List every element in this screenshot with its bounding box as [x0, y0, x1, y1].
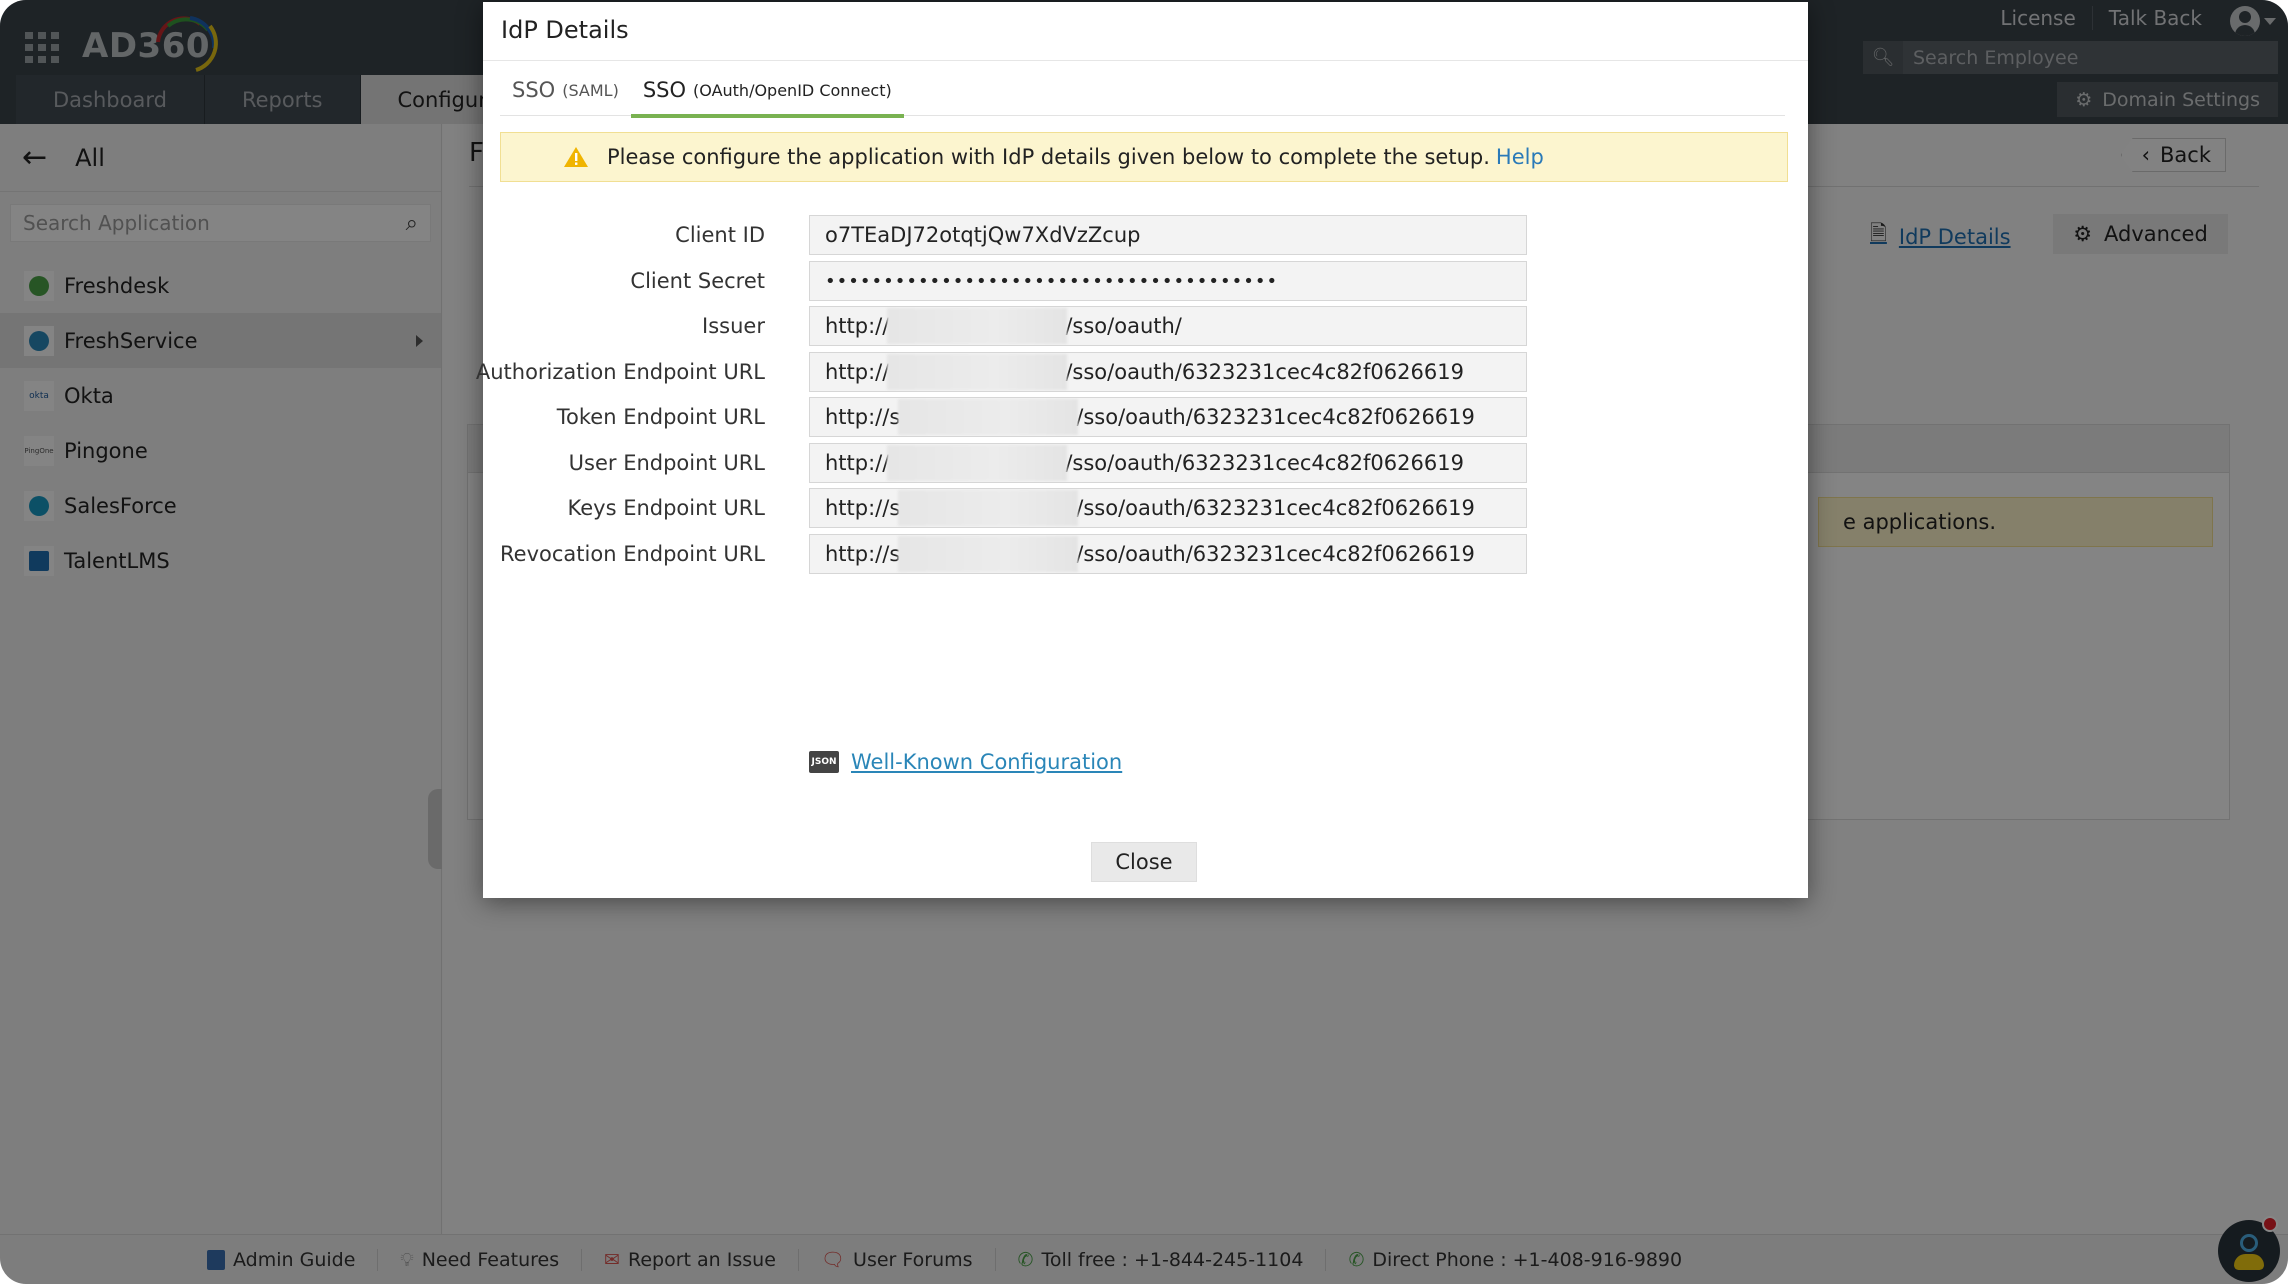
setup-notice: Please configure the application with Id… [500, 132, 1788, 182]
field-value-prefix: http://s [825, 496, 901, 520]
field-label: Authorization Endpoint URL [475, 360, 765, 384]
form-row: Client ID o7TEaDJ72otqtjQw7XdVzZcup [483, 215, 1808, 255]
form-row: Client Secret •••••••••••••••••••••••••••… [483, 261, 1808, 301]
field-value-prefix: http:// [825, 451, 890, 475]
field-value-prefix: http:// [825, 314, 890, 338]
close-button[interactable]: Close [1091, 842, 1197, 882]
token-endpoint-url-field[interactable]: http://s/sso/oauth/6323231cec4c82f062661… [809, 397, 1527, 437]
field-value-suffix: /sso/oauth/6323231cec4c82f0626619 [1076, 405, 1475, 429]
form-row: Authorization Endpoint URL http:// /sso/oa… [476, 352, 1808, 392]
tab-label: SSO [642, 78, 687, 102]
client-id-field[interactable]: o7TEaDJ72otqtjQw7XdVzZcup [809, 215, 1527, 255]
notice-text: Please configure the application with Id… [607, 145, 1490, 169]
form-row: Token Endpoint URL http://s/sso/oauth/632… [483, 397, 1808, 437]
field-value-prefix: o7TEaDJ72otqtjQw7XdVzZcup [825, 223, 1141, 247]
field-label: User Endpoint URL [568, 451, 765, 475]
redacted-region [887, 308, 1068, 344]
field-value-prefix: ••••••••••••••••••••••••••••••••••••••• [825, 270, 1279, 292]
field-value-suffix: /sso/oauth/6323231cec4c82f0626619 [1065, 451, 1464, 475]
dialog-title: IdP Details [501, 16, 629, 44]
divider [483, 60, 1808, 61]
field-value-prefix: http://s [825, 405, 901, 429]
field-value-prefix: http:// [825, 360, 890, 384]
redacted-region [898, 399, 1079, 435]
field-label: Revocation Endpoint URL [500, 542, 765, 566]
form-row: Keys Endpoint URL http://s/sso/oauth/6323… [483, 488, 1808, 528]
well-known-config-link[interactable]: Well-Known Configuration [851, 750, 1122, 774]
field-value-suffix: /sso/oauth/6323231cec4c82f0626619 [1065, 360, 1464, 384]
well-known-config: JSON Well-Known Configuration [809, 750, 1122, 774]
tab-sso-saml[interactable]: SSO (SAML) [500, 64, 631, 116]
user-endpoint-url-field[interactable]: http:// /sso/oauth/6323231cec4c82f0626619 [809, 443, 1527, 483]
tab-sublabel: (SAML) [562, 80, 619, 100]
warning-icon [564, 147, 588, 167]
issuer-field[interactable]: http:// /sso/oauth/ [809, 306, 1527, 346]
redacted-region [898, 536, 1079, 572]
field-value-suffix: /sso/oauth/ [1065, 314, 1182, 338]
field-value-suffix: /sso/oauth/6323231cec4c82f0626619 [1076, 496, 1475, 520]
redacted-region [887, 445, 1068, 481]
field-value-prefix: http://s [825, 542, 901, 566]
sso-tabs: SSO (SAML) SSO (OAuth/OpenID Connect) [500, 64, 1785, 118]
field-label: Keys Endpoint URL [567, 496, 766, 520]
form-row: User Endpoint URL http:// /sso/oauth/63232… [483, 443, 1808, 483]
json-file-icon: JSON [809, 751, 839, 773]
help-link[interactable]: Help [1496, 145, 1544, 169]
authorization-endpoint-url-field[interactable]: http:// /sso/oauth/6323231cec4c82f0626619 [809, 352, 1527, 392]
client-secret-field[interactable]: ••••••••••••••••••••••••••••••••••••••• [809, 261, 1527, 301]
keys-endpoint-url-field[interactable]: http://s/sso/oauth/6323231cec4c82f062661… [809, 488, 1527, 528]
tab-sso-oauth[interactable]: SSO (OAuth/OpenID Connect) [630, 64, 904, 118]
field-label: Client ID [675, 223, 765, 247]
field-label: Issuer [702, 314, 765, 338]
revocation-endpoint-url-field[interactable]: http://s/sso/oauth/6323231cec4c82f062661… [809, 534, 1527, 574]
field-label: Token Endpoint URL [556, 405, 765, 429]
redacted-region [898, 490, 1079, 526]
form-row: Issuer http:// /sso/oauth/ [483, 306, 1808, 346]
tab-sublabel: (OAuth/OpenID Connect) [693, 80, 892, 100]
app-window: AD360 License Talk Back 🔍︎ Search Employ… [0, 0, 2288, 1284]
form-row: Revocation Endpoint URL http://s/sso/oaut… [483, 534, 1808, 574]
tab-label: SSO [512, 78, 556, 102]
field-value-suffix: /sso/oauth/6323231cec4c82f0626619 [1076, 542, 1475, 566]
redacted-region [887, 354, 1068, 390]
idp-details-dialog: IdP Details SSO (SAML) SSO (OAuth/OpenID… [476, 2, 1808, 898]
field-label: Client Secret [630, 269, 765, 293]
